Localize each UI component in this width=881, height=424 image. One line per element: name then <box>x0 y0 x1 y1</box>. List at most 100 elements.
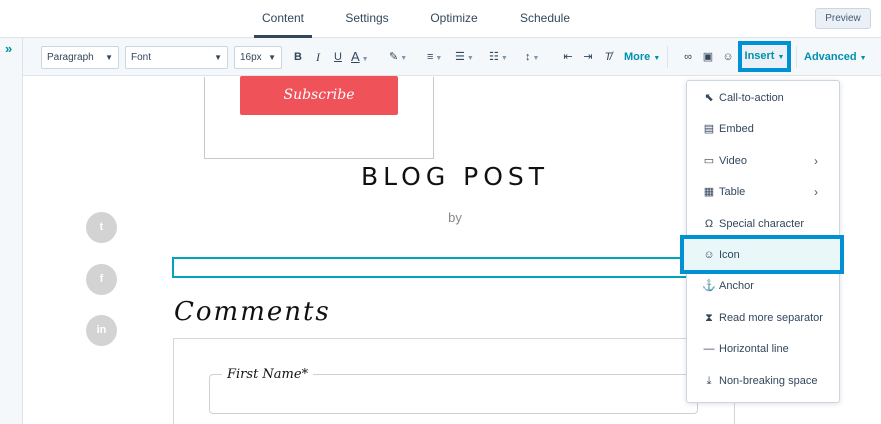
paragraph-style-select[interactable]: Paragraph ▼ <box>41 46 119 69</box>
chevron-right-icon: › <box>814 154 818 168</box>
outdent-button[interactable]: ⇤ <box>561 49 575 65</box>
chevron-down-icon: ▼ <box>214 53 222 62</box>
comments-heading: Comments <box>174 297 331 327</box>
anchor-icon: ⚓ <box>702 280 716 292</box>
bulleted-list-icon: ☰ <box>455 51 465 63</box>
numbered-list-icon: ☷ <box>489 51 499 63</box>
horizontal-line-icon: — <box>703 343 715 355</box>
byline: by <box>448 210 462 225</box>
read-more-icon: ⧗ <box>705 312 713 324</box>
menu-item-anchor[interactable]: ⚓ Anchor <box>687 272 839 300</box>
menu-item-call-to-action[interactable]: ⬉ Call-to-action <box>687 84 839 112</box>
numbered-list-button[interactable]: ☷ ▼ <box>489 49 517 65</box>
toolbar-divider <box>667 46 668 68</box>
link-icon: ∞ <box>684 51 692 63</box>
preview-button[interactable]: Preview <box>815 8 871 29</box>
tab-content[interactable]: Content <box>254 0 312 38</box>
menu-item-label: Call-to-action <box>719 92 784 104</box>
omega-icon: Ω <box>704 218 714 230</box>
smiley-icon: ☺ <box>703 249 715 261</box>
chevron-down-icon: ▼ <box>777 54 785 61</box>
insert-dropdown-button[interactable]: Insert ▼ <box>738 41 791 72</box>
linkedin-share-icon[interactable]: in <box>86 315 117 346</box>
menu-item-table[interactable]: ▦ Table › <box>687 178 839 206</box>
italic-button[interactable]: I <box>311 49 325 65</box>
font-size-value: 16px <box>240 52 262 63</box>
link-button[interactable]: ∞ <box>681 49 695 65</box>
menu-item-label: Icon <box>719 249 740 261</box>
clear-formatting-button[interactable]: T̸ <box>601 49 615 65</box>
image-button[interactable]: ▣ <box>701 49 715 65</box>
smiley-icon: ☺ <box>722 51 734 63</box>
more-label: More <box>624 51 651 63</box>
left-rail: » <box>0 38 23 424</box>
tab-optimize[interactable]: Optimize <box>425 0 483 38</box>
chevron-down-icon: ▼ <box>361 56 369 63</box>
align-left-icon: ≡ <box>427 51 434 63</box>
insert-label: Insert <box>744 50 775 62</box>
text-color-button[interactable]: A ▼ <box>351 49 375 65</box>
menu-item-label: Anchor <box>719 280 754 292</box>
indent-button[interactable]: ⇥ <box>581 49 595 65</box>
menu-item-label: Embed <box>719 123 754 135</box>
top-navigation: Content Settings Optimize Schedule Previ… <box>0 0 881 38</box>
selected-text-block[interactable] <box>172 257 692 278</box>
clear-formatting-icon: T̸ <box>604 51 612 63</box>
nbsp-icon: ⤓ <box>706 375 712 387</box>
align-button[interactable]: ≡ ▼ <box>427 49 453 65</box>
menu-item-label: Read more separator <box>719 312 823 324</box>
menu-item-label: Table <box>719 186 746 198</box>
tab-settings[interactable]: Settings <box>340 0 394 38</box>
bold-button[interactable]: B <box>291 49 305 65</box>
embed-icon: ▤ <box>703 123 715 135</box>
menu-item-label: Horizontal line <box>719 343 789 355</box>
video-icon: ▭ <box>703 155 715 167</box>
first-name-label: First Name* <box>222 367 314 382</box>
chevron-down-icon: ▼ <box>466 55 474 62</box>
text-color-icon: A <box>351 49 360 64</box>
tab-schedule[interactable]: Schedule <box>514 0 576 38</box>
more-dropdown[interactable]: More ▼ <box>624 49 660 67</box>
line-height-icon: ↕ <box>525 51 531 63</box>
outdent-icon: ⇤ <box>563 51 573 63</box>
menu-item-label: Special character <box>719 218 804 230</box>
menu-item-label: Non-breaking space <box>719 375 818 387</box>
chevron-down-icon: ▼ <box>500 55 508 62</box>
chevron-down-icon: ▼ <box>400 55 408 62</box>
blog-post-title: BLOG POST <box>360 162 550 191</box>
chevron-down-icon: ▼ <box>105 53 113 62</box>
bulleted-list-button[interactable]: ☰ ▼ <box>455 49 483 65</box>
font-select[interactable]: Font ▼ <box>125 46 228 69</box>
toolbar-divider <box>796 46 797 68</box>
table-icon: ▦ <box>703 186 715 198</box>
advanced-dropdown[interactable]: Advanced ▼ <box>804 49 867 67</box>
line-height-button[interactable]: ↕ ▼ <box>525 49 553 65</box>
image-icon: ▣ <box>702 51 714 63</box>
emoji-button[interactable]: ☺ <box>721 49 735 65</box>
chevron-down-icon: ▼ <box>653 55 661 62</box>
font-size-select[interactable]: 16px ▼ <box>234 46 282 69</box>
chevron-down-icon: ▼ <box>532 55 540 62</box>
chevron-right-icon: › <box>814 185 818 199</box>
menu-item-icon[interactable]: ☺ Icon <box>687 241 839 269</box>
menu-item-video[interactable]: ▭ Video › <box>687 147 839 175</box>
menu-item-embed[interactable]: ▤ Embed <box>687 115 839 143</box>
chevron-down-icon: ▼ <box>859 55 867 62</box>
menu-item-special-character[interactable]: Ω Special character <box>687 210 839 238</box>
highlight-button[interactable]: ✎ ▼ <box>389 49 415 65</box>
twitter-share-icon[interactable]: t <box>86 212 117 243</box>
subscribe-button[interactable]: Subscribe <box>240 76 398 115</box>
indent-icon: ⇥ <box>583 51 593 63</box>
facebook-share-icon[interactable]: f <box>86 264 117 295</box>
expand-sidebar-icon[interactable]: » <box>5 41 12 56</box>
highlighter-icon: ✎ <box>389 51 399 63</box>
chevron-down-icon: ▼ <box>435 55 443 62</box>
menu-item-non-breaking-space[interactable]: ⤓ Non-breaking space <box>687 367 839 395</box>
font-value: Font <box>131 52 152 63</box>
cta-icon: ⬉ <box>704 92 714 104</box>
underline-button[interactable]: U <box>331 49 345 65</box>
chevron-down-icon: ▼ <box>268 53 276 62</box>
menu-item-read-more-separator[interactable]: ⧗ Read more separator <box>687 304 839 332</box>
menu-item-horizontal-line[interactable]: — Horizontal line <box>687 335 839 363</box>
advanced-label: Advanced <box>804 51 857 63</box>
